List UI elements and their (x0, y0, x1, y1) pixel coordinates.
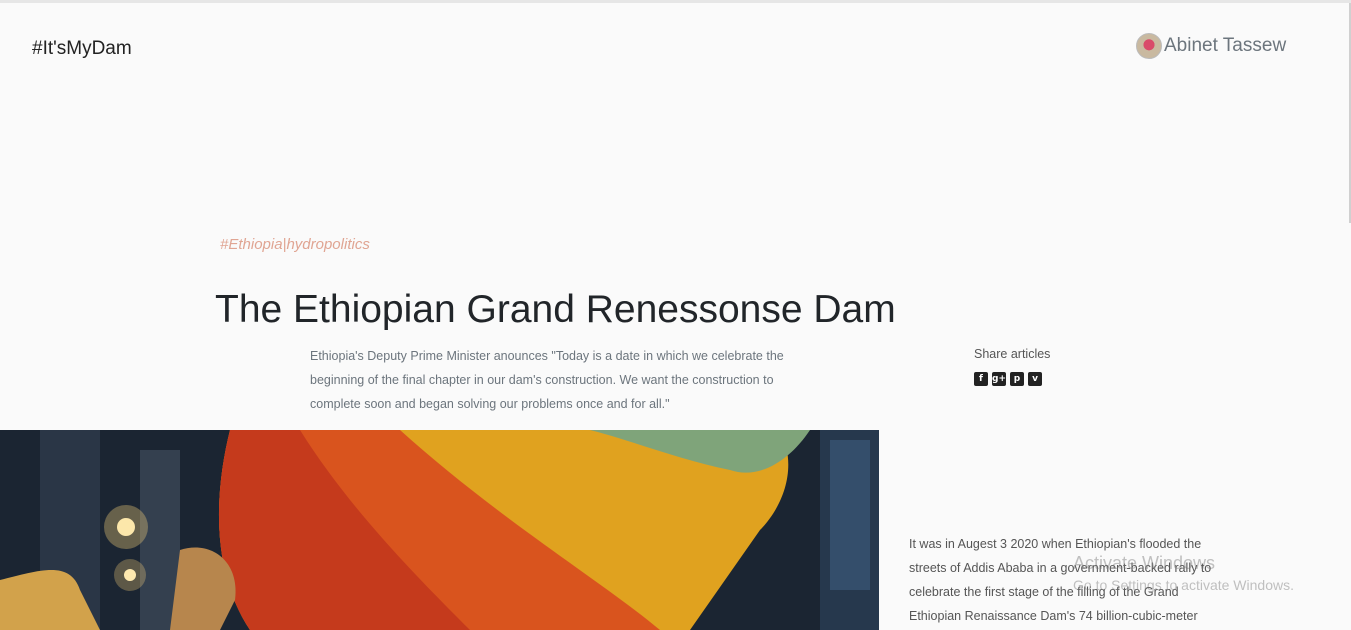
hero-image (0, 430, 879, 630)
activation-watermark-title: Activate Windows (1073, 553, 1216, 573)
author-profile[interactable]: Abinet Tassew (1136, 33, 1286, 59)
pinterest-icon[interactable]: p (1010, 372, 1024, 386)
share-label: Share articles (974, 347, 1051, 361)
author-name: Abinet Tassew (1164, 35, 1287, 56)
google-plus-icon[interactable]: g+ (992, 372, 1006, 386)
article-lead: Ethiopia's Deputy Prime Minister anounce… (310, 349, 784, 411)
facebook-icon[interactable]: f (974, 372, 988, 386)
share-icons: f g+ p v (974, 372, 1042, 386)
flag-rally-photo (0, 430, 879, 630)
activation-watermark-hint: Go to Settings to activate Windows. (1073, 577, 1294, 593)
site-brand-link[interactable]: #It'sMyDam (32, 38, 132, 60)
avatar (1136, 33, 1162, 59)
vimeo-icon[interactable]: v (1028, 372, 1042, 386)
top-border (0, 0, 1351, 3)
article-tag[interactable]: #Ethiopia|hydropolitics (220, 236, 370, 253)
page-title: The Ethiopian Grand Renessonse Dam (215, 288, 896, 331)
